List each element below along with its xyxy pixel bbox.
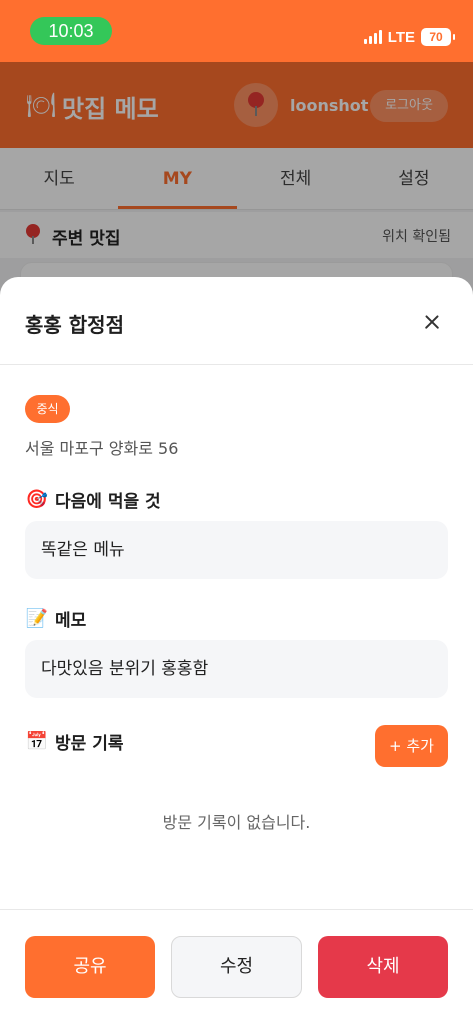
status-bar: 10:03 LTE 70 (0, 0, 473, 62)
visits-empty-message: 방문 기록이 없습니다. (162, 813, 311, 832)
share-button[interactable]: 공유 (25, 936, 155, 998)
next-food-field: 똑같은 메뉴 (25, 521, 448, 579)
battery-icon: 70 (421, 28, 455, 46)
visits-label: 방문 기록 (55, 734, 124, 754)
status-indicators: LTE 70 (363, 26, 455, 48)
close-icon[interactable] (418, 307, 448, 337)
divider (0, 909, 473, 910)
calendar-icon: 📅 (25, 731, 49, 752)
restaurant-name: 홍홍 합정점 (25, 313, 124, 337)
network-type: LTE (387, 28, 415, 46)
add-visit-button[interactable]: + 추가 (375, 725, 448, 767)
restaurant-detail-sheet: 홍홍 합정점 중식 서울 마포구 양화로 56 🎯 다음에 먹을 것 똑같은 메… (0, 277, 473, 1024)
category-badge: 중식 (25, 395, 70, 423)
memo-label-row: 📝 메모 (25, 606, 87, 631)
next-food-label: 다음에 먹을 것 (55, 492, 161, 512)
status-time: 10:03 (30, 17, 112, 45)
memo-label: 메모 (55, 611, 87, 631)
edit-button[interactable]: 수정 (171, 936, 302, 998)
memo-field: 다맛있음 분위기 홍홍함 (25, 640, 448, 698)
next-food-label-row: 🎯 다음에 먹을 것 (25, 487, 161, 512)
sheet-header: 홍홍 합정점 (0, 277, 473, 365)
delete-button[interactable]: 삭제 (318, 936, 448, 998)
signal-icon (363, 30, 382, 44)
visits-label-row: 📅 방문 기록 (25, 729, 124, 754)
memo-icon: 📝 (25, 608, 49, 629)
target-icon: 🎯 (25, 489, 49, 510)
restaurant-address: 서울 마포구 양화로 56 (25, 439, 179, 458)
